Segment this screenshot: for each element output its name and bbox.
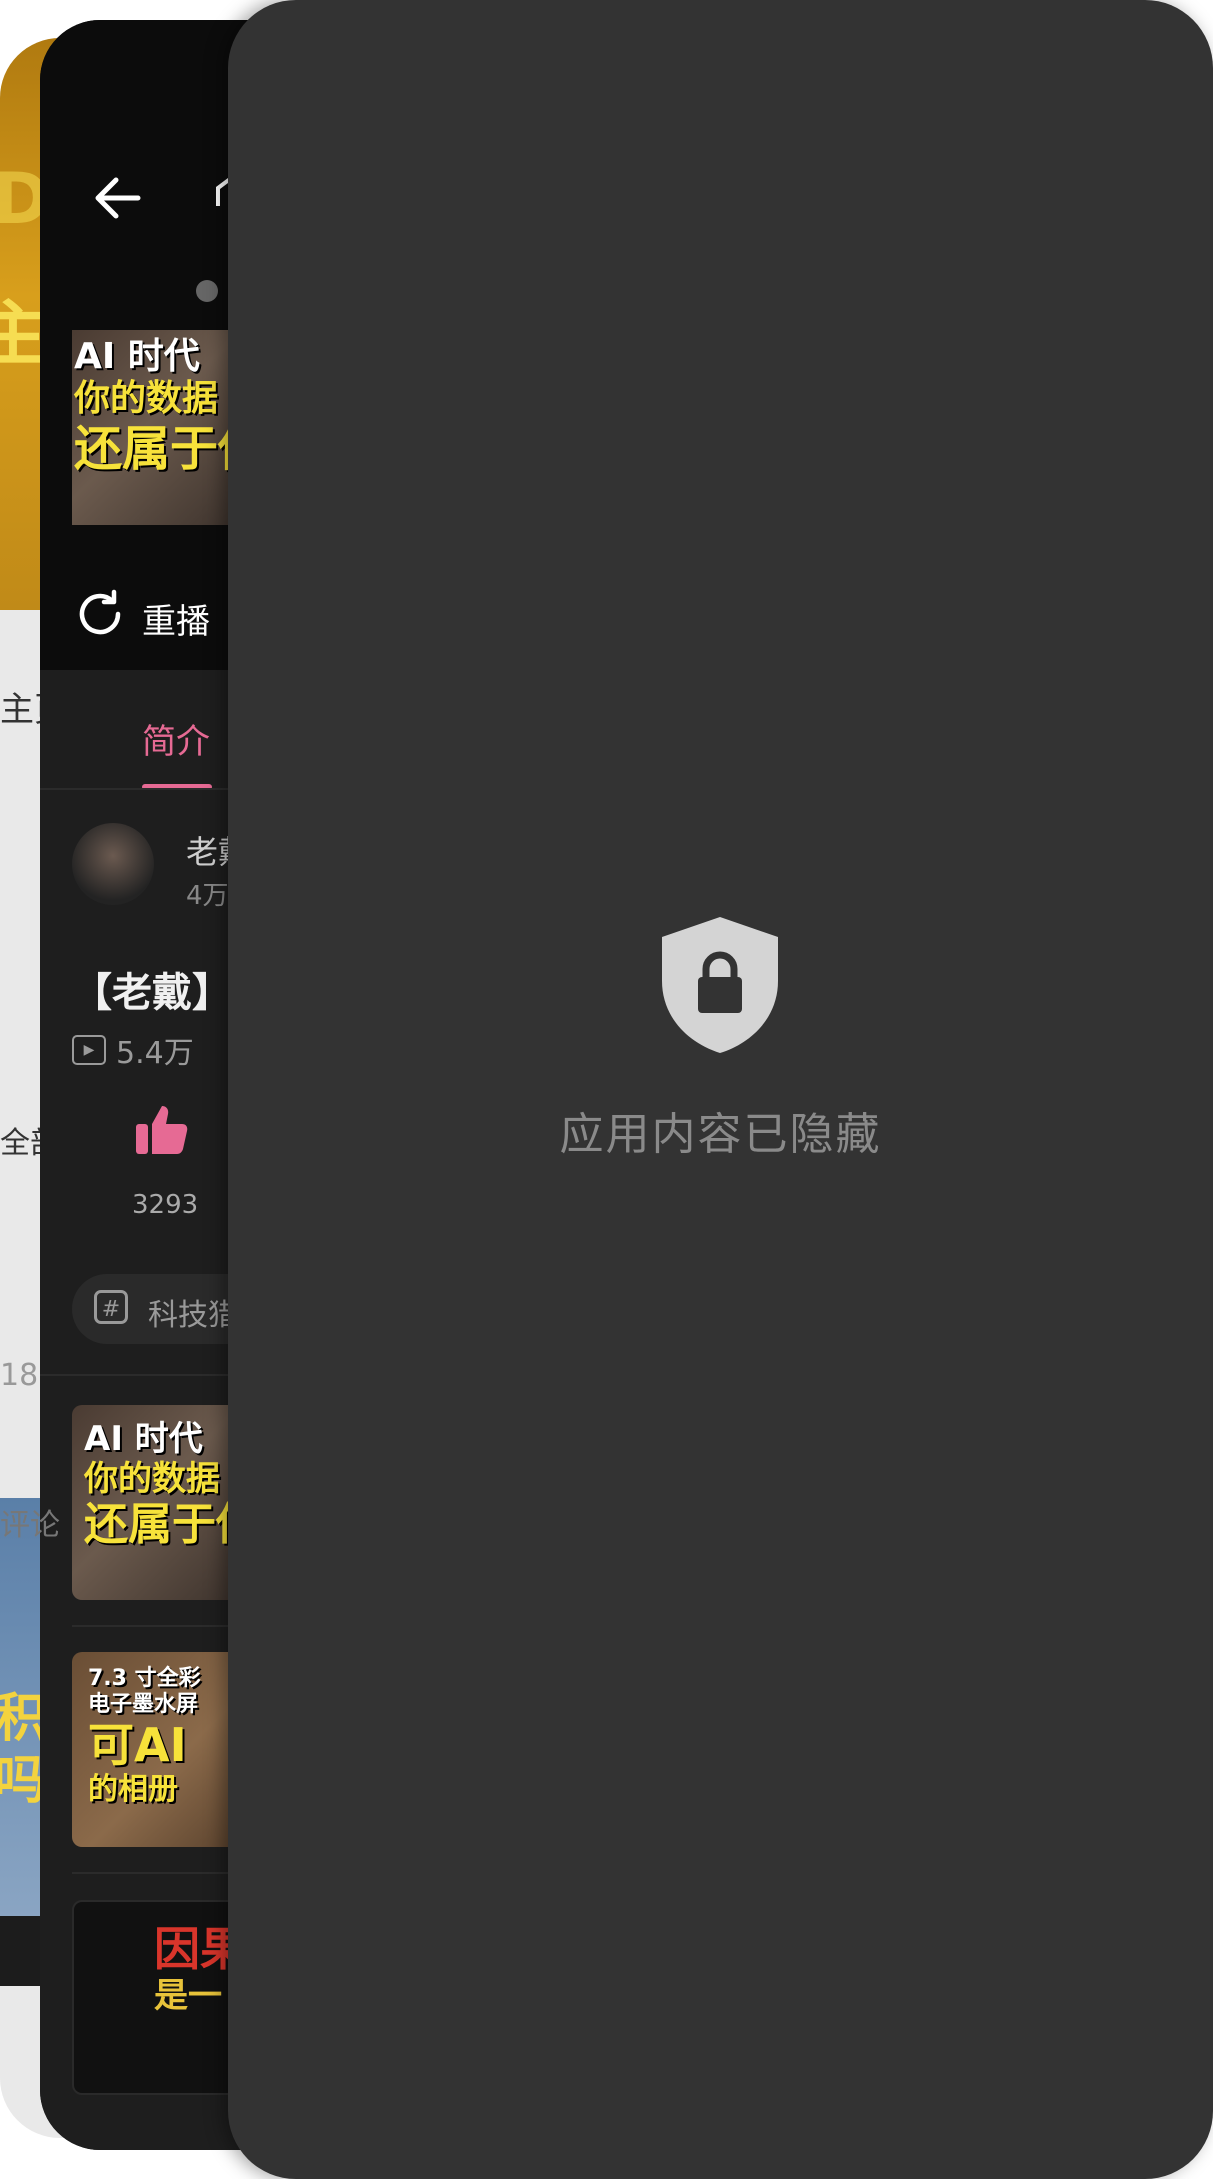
view-count: ▶ 5.4万 — [72, 1028, 194, 1072]
indicator-dot — [196, 280, 218, 302]
hashtag-icon: # — [94, 1290, 128, 1324]
like-count: 3293 — [132, 1190, 199, 1220]
thumbnail-caption: 7.3 寸全彩 电子墨水屏 可AI 的相册 — [88, 1666, 201, 1808]
comment-label[interactable]: 评论 — [0, 1500, 60, 1544]
hero-text: 主 — [0, 293, 48, 375]
hidden-content-message: 应用内容已隐藏 — [559, 1109, 882, 1160]
replay-button[interactable]: 重播 — [74, 588, 210, 648]
caption-line: 的相册 — [88, 1772, 178, 1808]
app-card-hidden[interactable]: 应用内容已隐藏 — [228, 0, 1213, 2179]
like-icon[interactable] — [132, 1100, 192, 1160]
view-count-text: 5.4万 — [116, 1036, 194, 1071]
replay-icon — [74, 588, 126, 648]
uploader-fans: 4万 — [186, 881, 229, 911]
caption-line: 7.3 寸全彩 — [88, 1666, 201, 1691]
play-count-icon: ▶ — [72, 1035, 106, 1065]
tab-intro[interactable]: 简介 — [142, 714, 210, 763]
replay-label: 重播 — [142, 601, 210, 642]
shield-lock-icon — [658, 915, 782, 1055]
caption-line: 可AI — [88, 1717, 187, 1772]
caption-line: 电子墨水屏 — [88, 1691, 199, 1717]
topic-tag-label: 科技猎 — [148, 1298, 238, 1333]
arrow-left-icon[interactable] — [90, 170, 150, 230]
avatar[interactable] — [72, 823, 154, 905]
